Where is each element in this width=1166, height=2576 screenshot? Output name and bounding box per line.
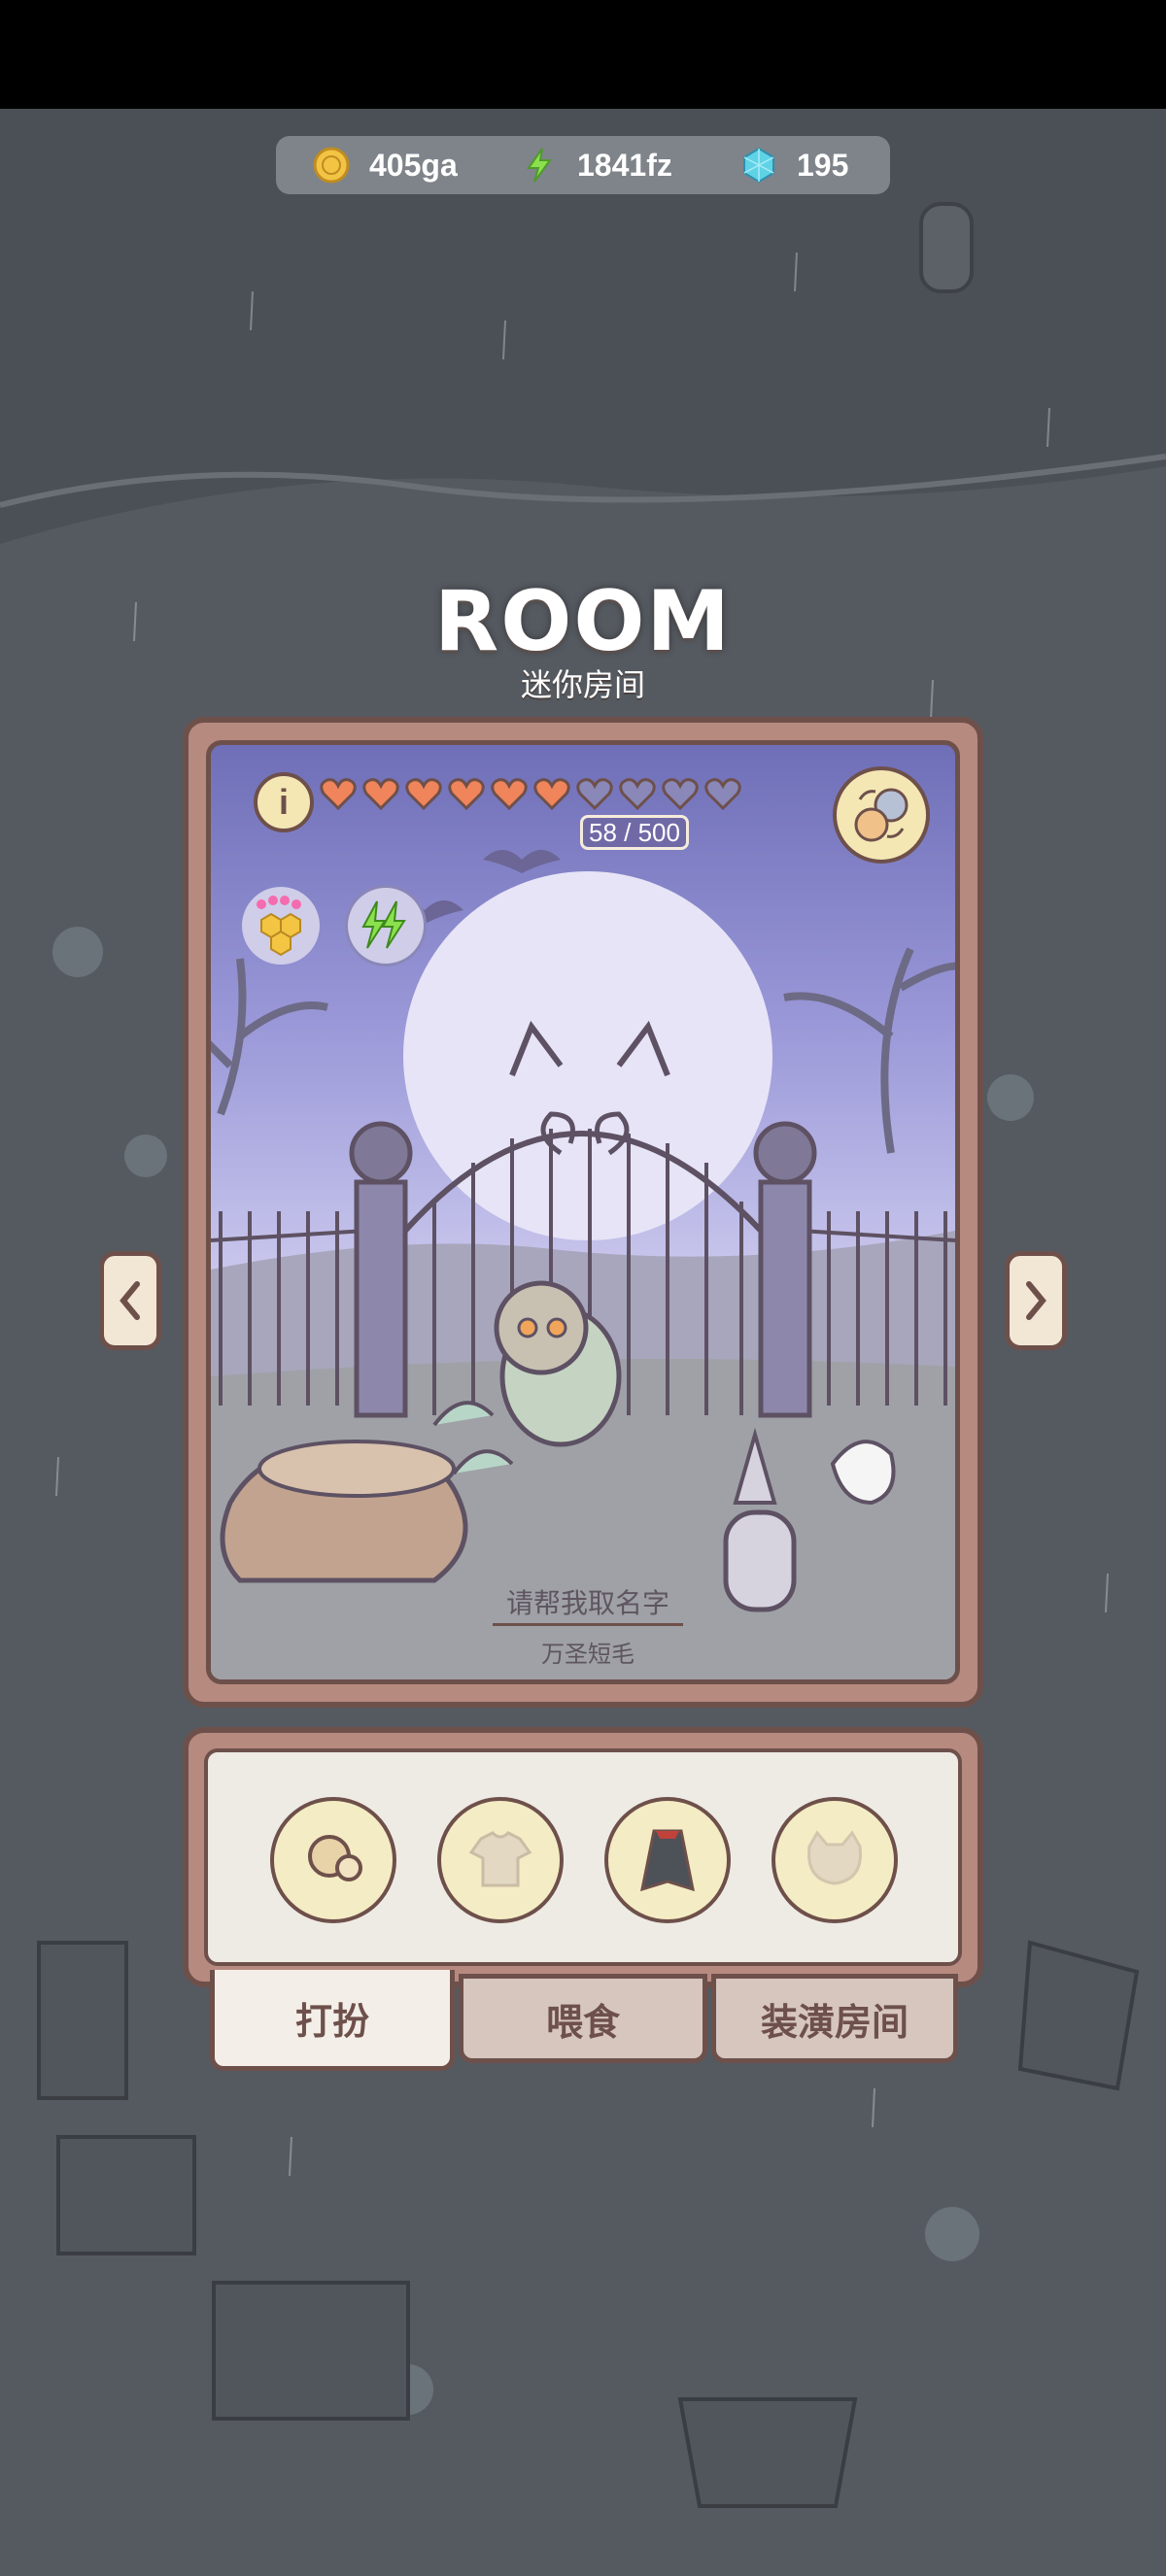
gem-counter: 195	[740, 147, 848, 184]
chevron-left-icon	[120, 1281, 140, 1320]
gem-amount: 195	[797, 147, 849, 183]
gem-icon	[743, 147, 774, 184]
double-lightning-icon	[361, 900, 406, 949]
gold-counter: 405ga	[313, 147, 458, 184]
hp-counter: 58 / 500	[580, 815, 689, 850]
chevron-right-icon	[1026, 1281, 1046, 1320]
cat-swap-button[interactable]	[833, 766, 930, 864]
honeycomb-badge[interactable]	[240, 885, 322, 966]
pacifier-icon	[308, 1835, 362, 1881]
lightning-icon	[527, 148, 552, 183]
heart-filled-icon	[448, 778, 485, 811]
gold-amount: 405ga	[369, 147, 458, 183]
item-slot-pacifier[interactable]	[270, 1797, 396, 1923]
heart-bar	[320, 776, 741, 811]
info-icon: i	[278, 782, 289, 822]
heart-filled-icon	[320, 778, 357, 811]
shirt-icon	[468, 1831, 532, 1887]
next-room-button[interactable]	[1005, 1251, 1067, 1350]
status-bar	[0, 0, 1166, 109]
item-slot-cape[interactable]	[604, 1797, 731, 1923]
heart-filled-icon	[405, 778, 442, 811]
name-underline	[493, 1623, 683, 1626]
item-slots	[204, 1748, 962, 1966]
cat-breed: 万圣短毛	[541, 1642, 634, 1668]
energy-counter: 1841fz	[521, 147, 672, 184]
tab-feed[interactable]: 喂食	[459, 1974, 707, 2063]
item-slot-shirt[interactable]	[437, 1797, 564, 1923]
heart-empty-icon	[576, 778, 613, 811]
page-subtitle: 迷你房间	[520, 667, 645, 702]
energy-badge[interactable]	[345, 885, 427, 966]
room-illustration	[211, 850, 955, 1679]
currency-bar: 405ga 1841fz 195	[276, 136, 890, 194]
item-slot-mask[interactable]	[772, 1797, 898, 1923]
heart-filled-icon	[362, 778, 399, 811]
room-card: i 58 / 500 请帮我取名字 万圣短毛	[183, 717, 983, 1708]
tab-decorate-room[interactable]: 装潢房间	[711, 1974, 958, 2063]
cat-swap-icon	[854, 788, 909, 842]
honeycomb-icon	[242, 887, 320, 965]
tab-dress-up[interactable]: 打扮	[210, 1970, 455, 2071]
dress-up-panel	[183, 1727, 983, 1987]
room-scene: i 58 / 500 请帮我取名字 万圣短毛	[206, 740, 960, 1684]
cape-icon	[640, 1829, 695, 1892]
heart-empty-icon	[704, 778, 741, 811]
energy-amount: 1841fz	[577, 147, 672, 183]
previous-room-button[interactable]	[99, 1251, 161, 1350]
cat-mask-icon	[807, 1830, 862, 1885]
heart-filled-icon	[533, 778, 570, 811]
coin-icon	[313, 147, 350, 184]
heart-empty-icon	[662, 778, 699, 811]
heart-filled-icon	[491, 778, 528, 811]
cat-name-prompt[interactable]: 请帮我取名字	[211, 1582, 955, 1621]
info-button[interactable]: i	[254, 772, 314, 832]
page-title: ROOM	[433, 573, 733, 670]
heart-empty-icon	[619, 778, 656, 811]
